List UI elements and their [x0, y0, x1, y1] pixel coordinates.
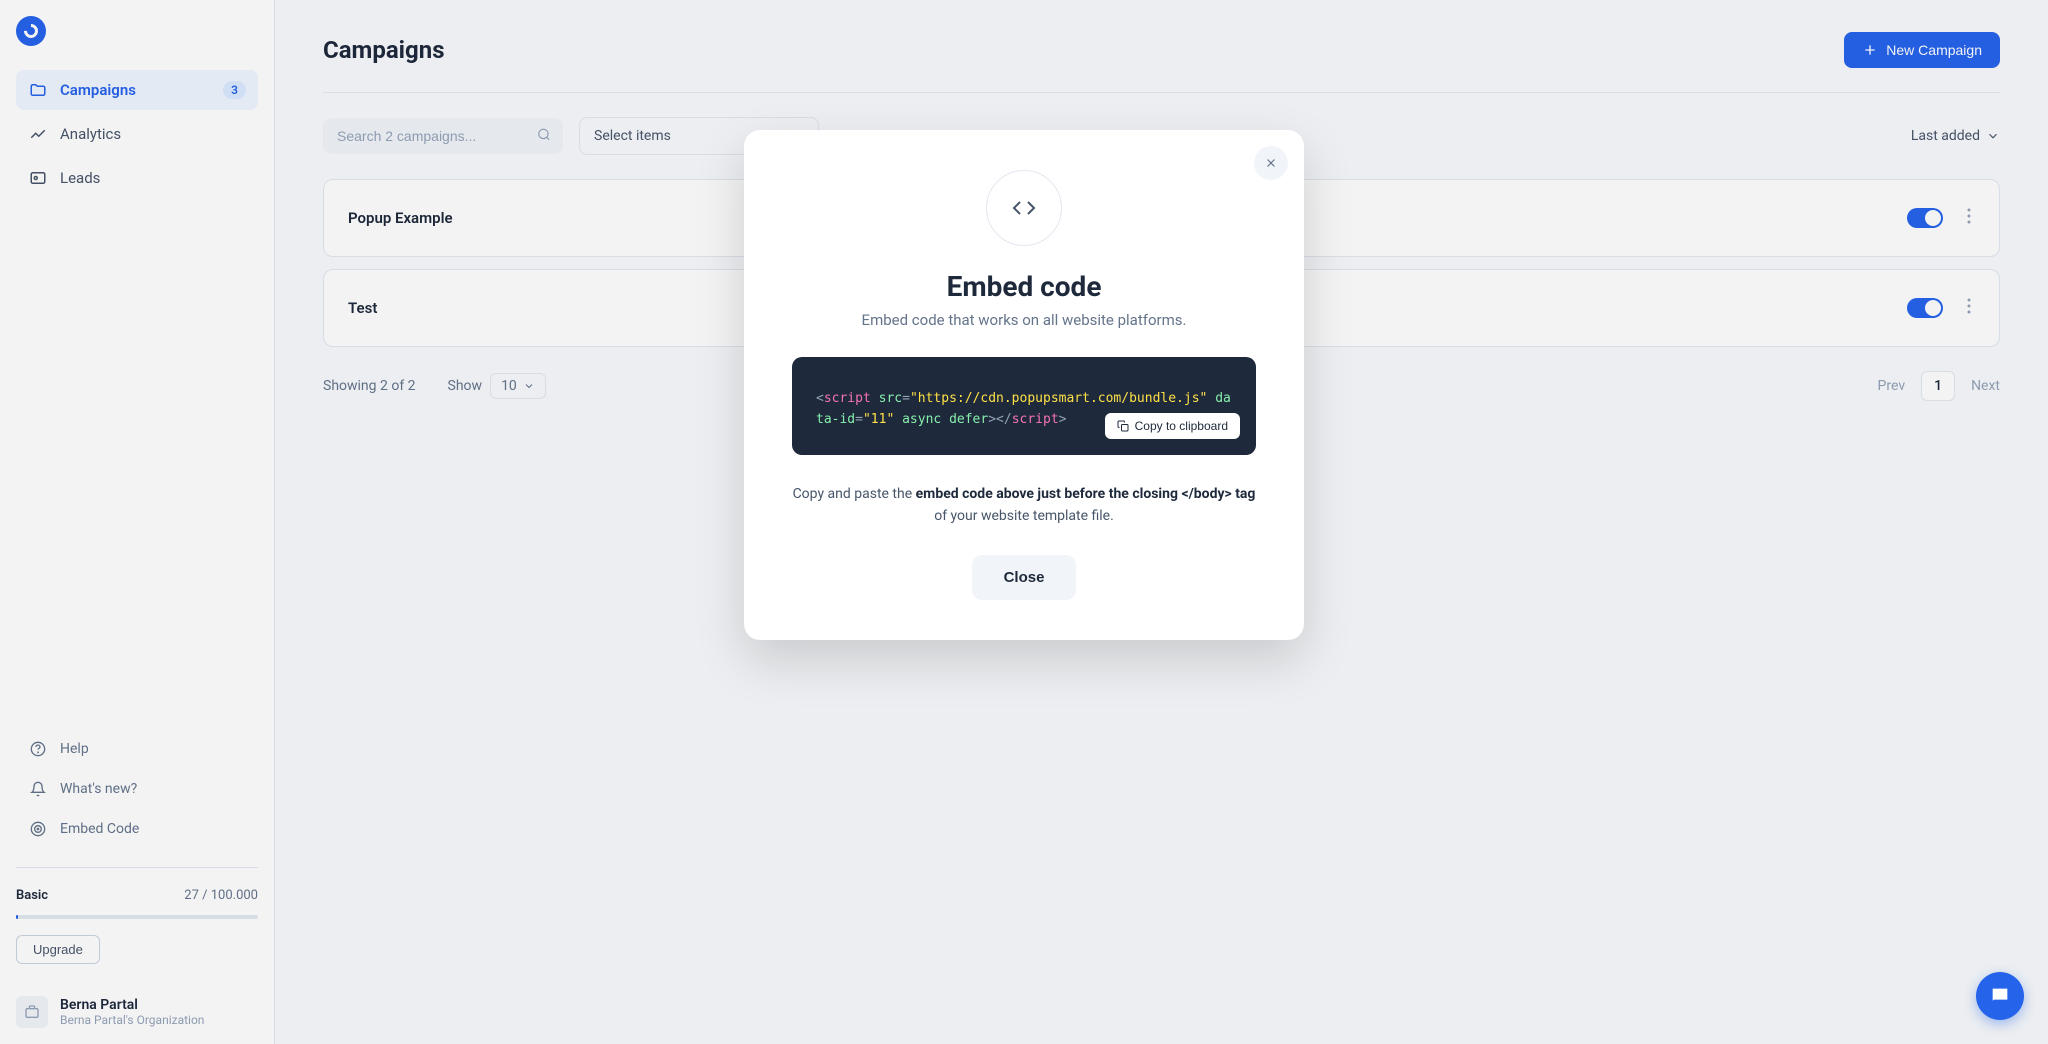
instruction-text: Copy and paste the embed code above just…: [792, 483, 1256, 528]
code-icon: [986, 170, 1062, 246]
chat-widget-button[interactable]: [1976, 972, 2024, 1020]
copy-icon: [1117, 420, 1129, 432]
modal-overlay[interactable]: Embed code Embed code that works on all …: [0, 0, 2048, 1044]
embed-code-modal: Embed code Embed code that works on all …: [744, 130, 1304, 640]
modal-close-button[interactable]: [1254, 146, 1288, 180]
chat-icon: [1989, 985, 2011, 1007]
copy-to-clipboard-button[interactable]: Copy to clipboard: [1105, 413, 1240, 439]
copy-button-label: Copy to clipboard: [1135, 419, 1228, 433]
close-icon: [1264, 156, 1278, 170]
embed-code-block: <script src="https://cdn.popupsmart.com/…: [792, 357, 1256, 455]
modal-subtitle: Embed code that works on all website pla…: [792, 311, 1256, 329]
close-button[interactable]: Close: [972, 555, 1077, 600]
modal-title: Embed code: [792, 270, 1256, 303]
